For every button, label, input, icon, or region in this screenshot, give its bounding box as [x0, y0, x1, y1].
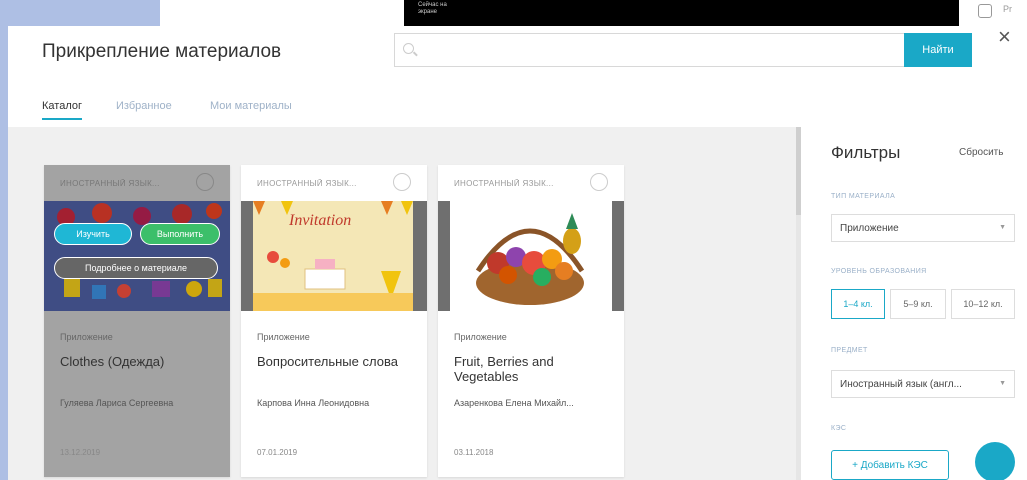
window-icon[interactable] — [978, 4, 992, 18]
material-type-value: Приложение — [840, 223, 899, 234]
level-5-9-button[interactable]: 5–9 кл. — [890, 289, 946, 319]
attach-materials-modal: Прикрепление материалов Найти × Каталог … — [8, 26, 1027, 480]
card-date: 07.01.2019 — [257, 448, 298, 457]
search-box — [394, 33, 904, 67]
chevron-down-icon: ▼ — [999, 224, 1006, 231]
study-button[interactable]: Изучить — [54, 223, 132, 245]
search-icon — [403, 43, 414, 54]
chevron-down-icon: ▼ — [999, 380, 1006, 387]
card-title[interactable]: Вопросительные слова — [257, 354, 417, 369]
fruit-basket-image — [438, 201, 624, 311]
material-card[interactable]: ИНОСТРАННЫЙ ЯЗЫК... — [44, 165, 230, 477]
material-card[interactable]: ИНОСТРАННЫЙ ЯЗЫК... Invitation Приложени… — [241, 165, 427, 477]
card-author: Карпова Инна Леонидовна — [257, 398, 370, 408]
add-kes-button[interactable]: + Добавить КЭС — [831, 450, 949, 480]
material-type-select[interactable]: Приложение ▼ — [831, 214, 1015, 242]
tab-favorites[interactable]: Избранное — [116, 100, 172, 118]
card-date: 13.12.2019 — [60, 448, 101, 457]
select-checkbox[interactable] — [393, 173, 411, 191]
subject-value: Иностранный язык (англ... — [840, 379, 962, 390]
subject-select[interactable]: Иностранный язык (англ... ▼ — [831, 370, 1015, 398]
select-checkbox[interactable] — [590, 173, 608, 191]
card-category: ИНОСТРАННЫЙ ЯЗЫК... — [60, 179, 160, 188]
card-type: Приложение — [60, 332, 113, 342]
subject-label: ПРЕДМЕТ — [831, 347, 868, 354]
material-card[interactable]: ИНОСТРАННЫЙ ЯЗЫК... — [438, 165, 624, 477]
level-10-12-button[interactable]: 10–12 кл. — [951, 289, 1015, 319]
card-category: ИНОСТРАННЫЙ ЯЗЫК... — [454, 179, 554, 188]
video-caption: Сейчас на экране — [418, 2, 447, 15]
card-author: Азаренкова Елена Михайл... — [454, 398, 574, 408]
tab-my-materials[interactable]: Мои материалы — [210, 100, 292, 118]
modal-title: Прикрепление материалов — [42, 41, 282, 62]
do-button[interactable]: Выполнить — [140, 223, 220, 245]
card-image: Invitation — [241, 201, 427, 311]
reset-filters-link[interactable]: Сбросить — [959, 147, 1003, 158]
invitation-image: Invitation — [241, 201, 427, 311]
card-title[interactable]: Fruit, Berries and Vegetables — [454, 354, 614, 384]
kes-label: КЭС — [831, 425, 847, 432]
help-floating-button[interactable] — [975, 442, 1015, 480]
level-1-4-button[interactable]: 1–4 кл. — [831, 289, 885, 319]
card-image — [438, 201, 624, 311]
card-type: Приложение — [257, 332, 310, 342]
card-category: ИНОСТРАННЫЙ ЯЗЫК... — [257, 179, 357, 188]
material-type-label: ТИП МАТЕРИАЛА — [831, 193, 896, 200]
catalog-area: ИНОСТРАННЫЙ ЯЗЫК... Изучить Выполнить По… — [8, 127, 796, 480]
card-author: Гуляева Лариса Сергеевна — [60, 398, 174, 408]
card-title[interactable]: Clothes (Одежда) — [60, 354, 220, 369]
filters-title: Фильтры — [831, 143, 901, 162]
find-button[interactable]: Найти — [904, 33, 972, 67]
close-icon[interactable]: × — [998, 26, 1011, 48]
card-type: Приложение — [454, 332, 507, 342]
details-button[interactable]: Подробнее о материале — [54, 257, 218, 279]
search-input[interactable] — [421, 38, 891, 62]
card-image: Изучить Выполнить Подробнее о материале — [44, 201, 230, 311]
education-level-label: УРОВЕНЬ ОБРАЗОВАНИЯ — [831, 268, 927, 275]
select-checkbox[interactable] — [196, 173, 214, 191]
clothes-image — [44, 201, 230, 311]
invitation-text: Invitation — [288, 212, 351, 229]
card-date: 03.11.2018 — [454, 448, 494, 457]
filters-panel: Фильтры Сбросить ТИП МАТЕРИАЛА Приложени… — [801, 127, 1027, 480]
window-label: Pr — [1003, 4, 1012, 14]
tab-catalog[interactable]: Каталог — [42, 100, 82, 120]
